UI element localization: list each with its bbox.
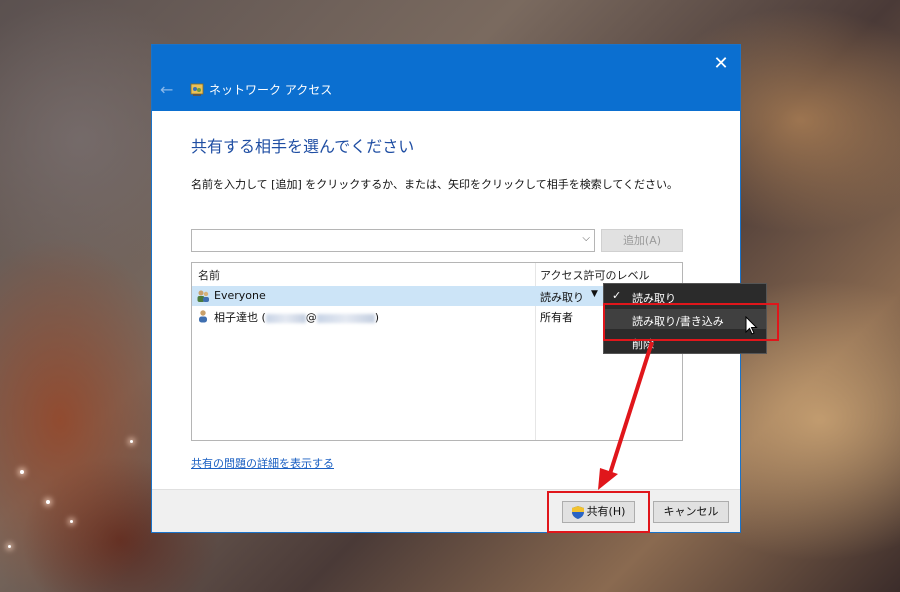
back-arrow-icon[interactable]: ← [160, 81, 173, 99]
background-star [130, 440, 133, 443]
user-name-at: @ [305, 311, 317, 324]
column-header-level[interactable]: アクセス許可のレベル [540, 267, 649, 283]
title-bar: ✕ ← ネットワーク アクセス [152, 45, 740, 111]
page-heading: 共有する相手を選んでください [191, 137, 415, 156]
add-button[interactable]: 追加(A) [601, 229, 683, 252]
permission-level: 所有者 [540, 311, 573, 324]
network-share-icon [190, 83, 204, 96]
mouse-cursor-icon [745, 316, 758, 335]
background-star [70, 520, 73, 523]
user-icon [199, 310, 207, 323]
column-header-name[interactable]: 名前 [198, 267, 220, 283]
annotation-highlight-share [547, 491, 650, 533]
dialog-footer: 共有(H) キャンセル [152, 489, 740, 532]
cancel-button[interactable]: キャンセル [653, 501, 729, 523]
sharing-problems-link[interactable]: 共有の問題の詳細を表示する [191, 455, 334, 471]
checkmark-icon: ✓ [612, 289, 622, 302]
background-star [8, 545, 11, 548]
instruction-text: 名前を入力して [追加] をクリックするか、または、矢印をクリックして相手を検索… [191, 178, 679, 191]
permission-level[interactable]: 読み取り [540, 289, 584, 305]
user-name-prefix: 相子達也 ( [214, 311, 266, 324]
name-input[interactable]: ⌵ [191, 229, 595, 252]
close-icon[interactable]: ✕ [710, 53, 732, 75]
redacted-text [265, 313, 306, 323]
dropdown-arrow-icon[interactable]: ▼ [591, 289, 598, 299]
window-title: ネットワーク アクセス [209, 83, 333, 97]
redacted-text [316, 313, 375, 323]
user-name: 相子達也 ( @) [214, 309, 379, 325]
user-name: Everyone [214, 289, 266, 302]
group-icon [197, 290, 209, 302]
background-star [20, 470, 24, 474]
user-name-suffix: ) [374, 311, 380, 324]
background-star [46, 500, 50, 504]
chevron-down-icon[interactable]: ⌵ [582, 233, 590, 244]
